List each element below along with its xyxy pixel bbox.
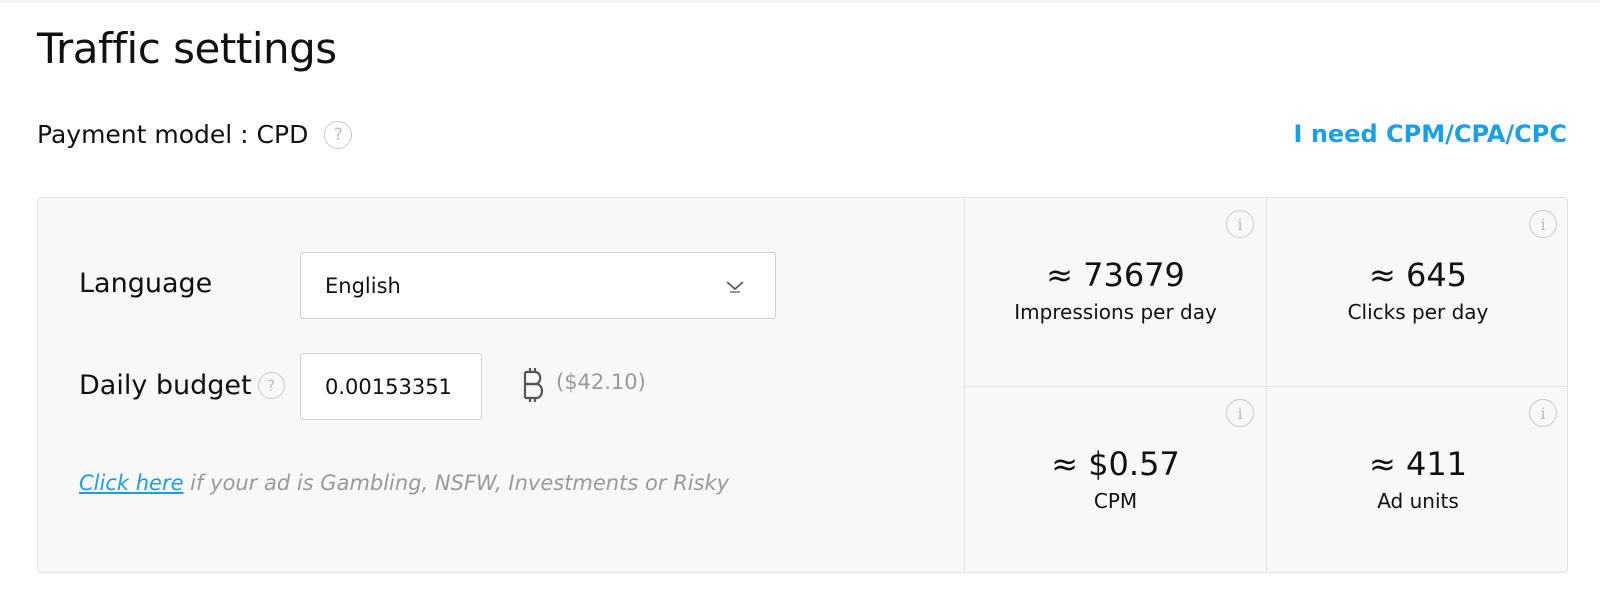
bitcoin-icon [523, 368, 544, 402]
risky-ad-text: if your ad is Gambling, NSFW, Investment… [183, 471, 730, 495]
chevron-down-icon [726, 281, 744, 293]
risky-ad-notice: Click here if your ad is Gambling, NSFW,… [79, 471, 729, 495]
stats-grid: i ≈ 73679 Impressions per day i ≈ 645 Cl… [964, 198, 1567, 572]
payment-model-row: Payment model : CPD ? [37, 120, 353, 149]
page-title: Traffic settings [37, 24, 337, 73]
settings-panel: Language English Daily budget ? ($42.10)… [37, 197, 1568, 573]
settings-form: Language English Daily budget ? ($42.10)… [38, 198, 964, 572]
stat-impressions: i ≈ 73679 Impressions per day [964, 198, 1266, 386]
info-icon[interactable]: i [1226, 399, 1254, 427]
risky-ad-link[interactable]: Click here [79, 471, 184, 495]
stat-value: ≈ 645 [1368, 256, 1468, 294]
stat-label: Clicks per day [1347, 300, 1489, 324]
budget-usd-value: ($42.10) [556, 370, 646, 394]
need-cpm-cpa-cpc-link[interactable]: I need CPM/CPA/CPC [1294, 120, 1567, 148]
stat-ad-units: i ≈ 411 Ad units [1266, 386, 1567, 572]
stat-clicks: i ≈ 645 Clicks per day [1266, 198, 1567, 386]
payment-model-label: Payment model : CPD [37, 120, 309, 149]
top-divider [0, 0, 1600, 3]
stat-value: ≈ 73679 [1046, 256, 1185, 294]
language-label: Language [79, 268, 213, 299]
payment-help-icon[interactable]: ? [324, 120, 353, 149]
stat-value: ≈ $0.57 [1051, 445, 1180, 483]
info-icon[interactable]: i [1529, 210, 1557, 238]
stat-label: Ad units [1377, 489, 1459, 513]
stat-label: Impressions per day [1014, 300, 1217, 324]
info-icon[interactable]: i [1226, 210, 1254, 238]
stat-cpm: i ≈ $0.57 CPM [964, 386, 1266, 572]
daily-budget-label: Daily budget [79, 370, 252, 401]
budget-help-icon[interactable]: ? [257, 372, 285, 399]
daily-budget-label-row: Daily budget ? [79, 370, 285, 401]
stat-label: CPM [1093, 489, 1138, 513]
daily-budget-input[interactable] [300, 353, 482, 420]
info-icon[interactable]: i [1529, 399, 1557, 427]
language-selected-value: English [325, 273, 401, 298]
language-select[interactable]: English [300, 252, 776, 319]
stat-value: ≈ 411 [1368, 445, 1468, 483]
